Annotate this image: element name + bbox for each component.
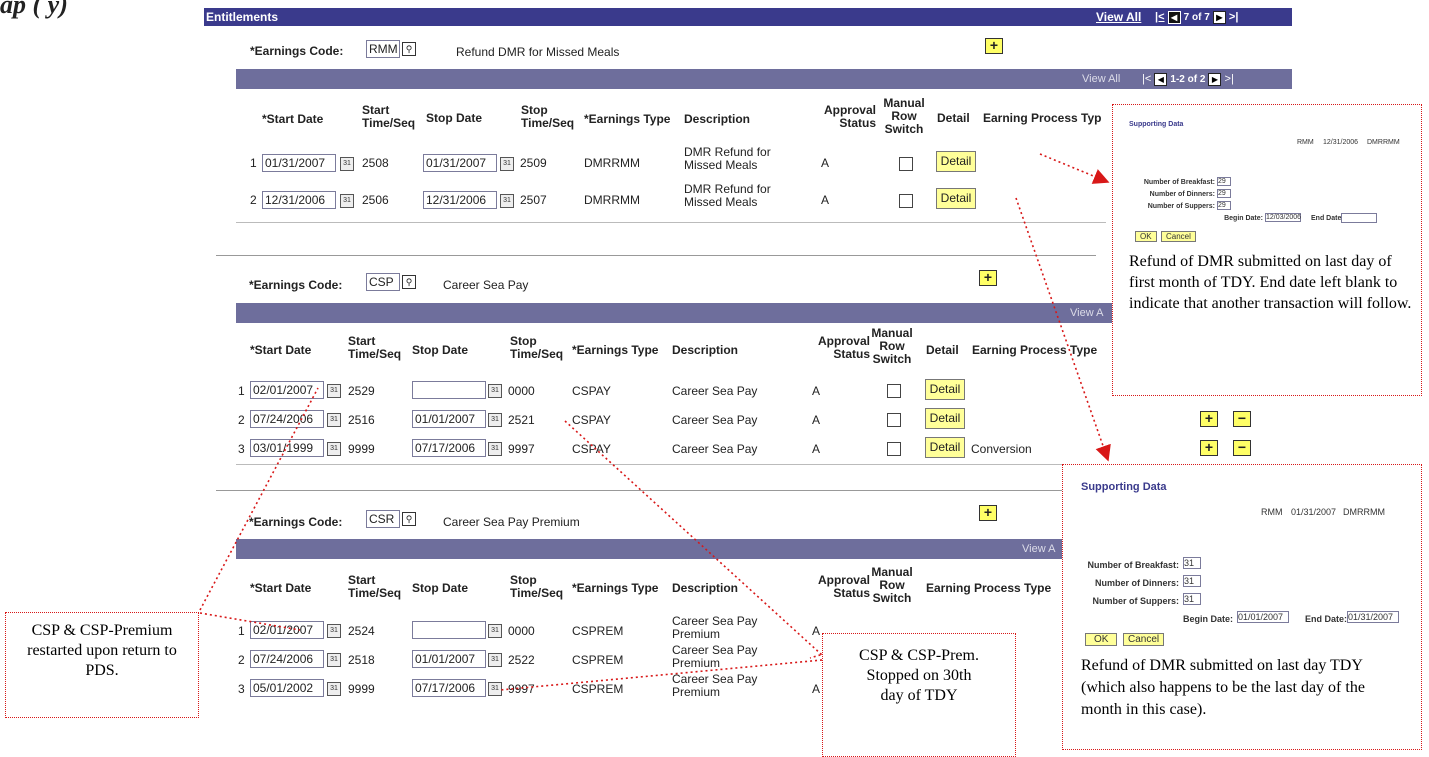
connector-line — [564, 420, 823, 656]
connector-line — [499, 659, 823, 691]
supporting-data-title: Supporting Data — [1081, 481, 1167, 493]
sd-breakfast-input[interactable]: 31 — [1183, 557, 1201, 569]
sd-ok-button[interactable]: OK — [1135, 231, 1157, 242]
callout-note: Refund of DMR submitted on last day TDY … — [1081, 657, 1365, 718]
sd-suppers-input[interactable]: 29 — [1217, 201, 1231, 210]
sd-begin-input[interactable]: 12/03/2006 — [1265, 213, 1301, 222]
callout-supporting-data-rmm-12: Supporting Data RMM 12/31/2006 DMRRMM Nu… — [1112, 104, 1422, 396]
sd-begin-label: Begin Date: — [1224, 215, 1263, 222]
sd-dinners-label: Number of Dinners: — [1094, 578, 1179, 588]
callout-supporting-data-rmm-01: Supporting Data RMM 01/31/2007 DMRRMM Nu… — [1062, 464, 1422, 750]
sd-type: DMRRMM — [1367, 139, 1400, 146]
sd-ok-button[interactable]: OK — [1085, 633, 1118, 646]
sd-breakfast-label: Number of Breakfast: — [1143, 179, 1215, 186]
sd-cancel-button[interactable]: Cancel — [1161, 231, 1196, 242]
sd-breakfast-label: Number of Breakfast: — [1087, 560, 1179, 570]
sd-date: 01/31/2007 — [1291, 507, 1337, 517]
callout-stopped: CSP & CSP-Prem. Stopped on 30th day of T… — [822, 633, 1016, 757]
callout-note: Refund of DMR submitted on last day of f… — [1129, 253, 1412, 312]
connector-line — [199, 387, 319, 611]
sd-type: DMRRMM — [1343, 507, 1385, 517]
sd-suppers-label: Number of Suppers: — [1092, 596, 1179, 606]
connector-line — [1039, 153, 1110, 184]
sd-dinners-input[interactable]: 31 — [1183, 575, 1201, 587]
sd-suppers-input[interactable]: 31 — [1183, 593, 1201, 605]
sd-end-input[interactable] — [1341, 213, 1377, 223]
supporting-data-panel: Supporting Data RMM 01/31/2007 DMRRMM Nu… — [1081, 477, 1411, 646]
sd-end-input[interactable]: 01/31/2007 — [1347, 611, 1399, 623]
sd-dinners-input[interactable]: 29 — [1217, 189, 1231, 198]
sd-breakfast-input[interactable]: 29 — [1217, 177, 1231, 186]
sd-dinners-label: Number of Dinners: — [1149, 191, 1215, 198]
sd-begin-input[interactable]: 01/01/2007 — [1237, 611, 1289, 623]
sd-end-label: End Date: — [1305, 614, 1348, 624]
sd-end-label: End Date: — [1311, 215, 1344, 222]
supporting-data-title: Supporting Data — [1129, 121, 1184, 128]
sd-suppers-label: Number of Suppers: — [1147, 203, 1215, 210]
sd-cancel-button[interactable]: Cancel — [1123, 633, 1165, 646]
supporting-data-panel: Supporting Data RMM 12/31/2006 DMRRMM Nu… — [1129, 115, 1409, 247]
sd-code: RMM — [1297, 139, 1314, 146]
sd-begin-label: Begin Date: — [1182, 614, 1233, 624]
connector-line — [1015, 197, 1111, 462]
sd-date: 12/31/2006 — [1323, 139, 1359, 146]
connector-line — [199, 612, 301, 631]
sd-code: RMM — [1261, 507, 1283, 517]
callout-restarted: CSP & CSP-Premium restarted upon return … — [5, 612, 199, 718]
